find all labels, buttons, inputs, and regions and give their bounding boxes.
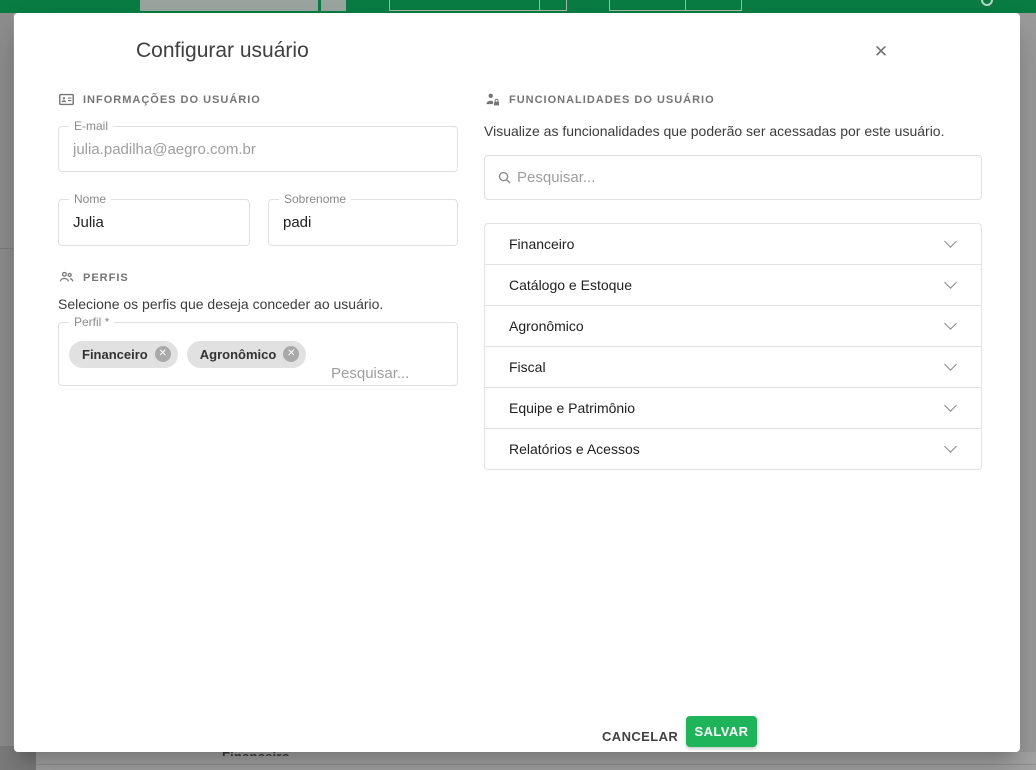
feature-accordion-label: Agronômico (509, 318, 584, 334)
last-name-field[interactable]: Sobrenome (268, 199, 458, 246)
sidebar-remnant (0, 13, 13, 770)
chevron-down-icon (944, 276, 957, 289)
user-info-section-title: INFORMAÇÕES DO USUÁRIO (83, 94, 261, 106)
profile-chip[interactable]: Financeiro ✕ (69, 341, 178, 368)
configure-user-dialog: Configurar usuário ✕ INFORMAÇÕES DO USUÁ… (14, 13, 1020, 752)
chevron-down-icon (944, 235, 957, 248)
header-avatar-icon (981, 0, 993, 6)
contact-card-icon (58, 91, 75, 108)
profile-chip[interactable]: Agronômico ✕ (187, 341, 307, 368)
features-search-input[interactable] (515, 156, 981, 199)
features-section-header: FUNCIONALIDADES DO USUÁRIO (484, 91, 715, 108)
header-field-remnant-1 (140, 0, 346, 11)
profile-chip-label: Financeiro (82, 347, 148, 362)
first-name-field[interactable]: Nome (58, 199, 250, 246)
first-name-label: Nome (69, 192, 111, 206)
features-description: Visualize as funcionalidades que poderão… (484, 123, 944, 139)
feature-accordion-item[interactable]: Fiscal (484, 346, 982, 388)
feature-accordion-item[interactable]: Equipe e Patrimônio (484, 387, 982, 429)
close-icon[interactable]: ✕ (866, 37, 896, 67)
profile-chip-label: Agronômico (200, 347, 277, 362)
profile-search-input[interactable] (317, 342, 447, 404)
feature-accordion-item[interactable]: Relatórios e Acessos (484, 428, 982, 470)
page-bottom-remnant (0, 752, 1036, 770)
feature-accordion-label: Equipe e Patrimônio (509, 400, 635, 416)
header-field-remnant-3 (609, 0, 742, 11)
chevron-down-icon (944, 317, 957, 330)
features-search-field[interactable] (484, 155, 982, 200)
chevron-down-icon (944, 399, 957, 412)
user-info-section-header: INFORMAÇÕES DO USUÁRIO (58, 91, 261, 108)
search-icon (497, 170, 512, 185)
feature-accordion-label: Catálogo e Estoque (509, 277, 632, 293)
feature-accordion-item[interactable]: Agronômico (484, 305, 982, 347)
feature-accordion-label: Relatórios e Acessos (509, 441, 640, 457)
person-lock-icon (484, 91, 501, 108)
chip-remove-icon[interactable]: ✕ (155, 346, 171, 362)
last-name-input[interactable] (269, 200, 457, 245)
feature-accordion-item[interactable]: Financeiro (484, 223, 982, 265)
email-label: E-mail (69, 119, 113, 133)
features-section-title: FUNCIONALIDADES DO USUÁRIO (509, 94, 715, 106)
email-input (59, 127, 457, 171)
feature-accordion-item[interactable]: Catálogo e Estoque (484, 264, 982, 306)
save-button[interactable]: SALVAR (686, 716, 757, 747)
chevron-down-icon (944, 358, 957, 371)
features-accordion: Financeiro Catálogo e Estoque Agronômico… (484, 223, 982, 470)
chevron-down-icon (944, 440, 957, 453)
app-header-bar (0, 0, 1036, 13)
feature-accordion-label: Financeiro (509, 236, 574, 252)
profiles-section-header: PERFIS (58, 269, 129, 286)
profile-select-field[interactable]: Perfil * Financeiro ✕ Agronômico ✕ (58, 322, 458, 386)
chip-remove-icon[interactable]: ✕ (283, 346, 299, 362)
cancel-button[interactable]: CANCELAR (586, 718, 694, 754)
feature-accordion-label: Fiscal (509, 359, 546, 375)
profiles-description: Selecione os perfis que deseja conceder … (58, 296, 383, 312)
dialog-title: Configurar usuário (136, 39, 309, 63)
email-field: E-mail (58, 126, 458, 172)
profiles-section-title: PERFIS (83, 272, 129, 284)
header-field-remnant-2 (389, 0, 567, 11)
last-name-label: Sobrenome (279, 192, 351, 206)
first-name-input[interactable] (59, 200, 249, 245)
group-icon (58, 269, 75, 286)
